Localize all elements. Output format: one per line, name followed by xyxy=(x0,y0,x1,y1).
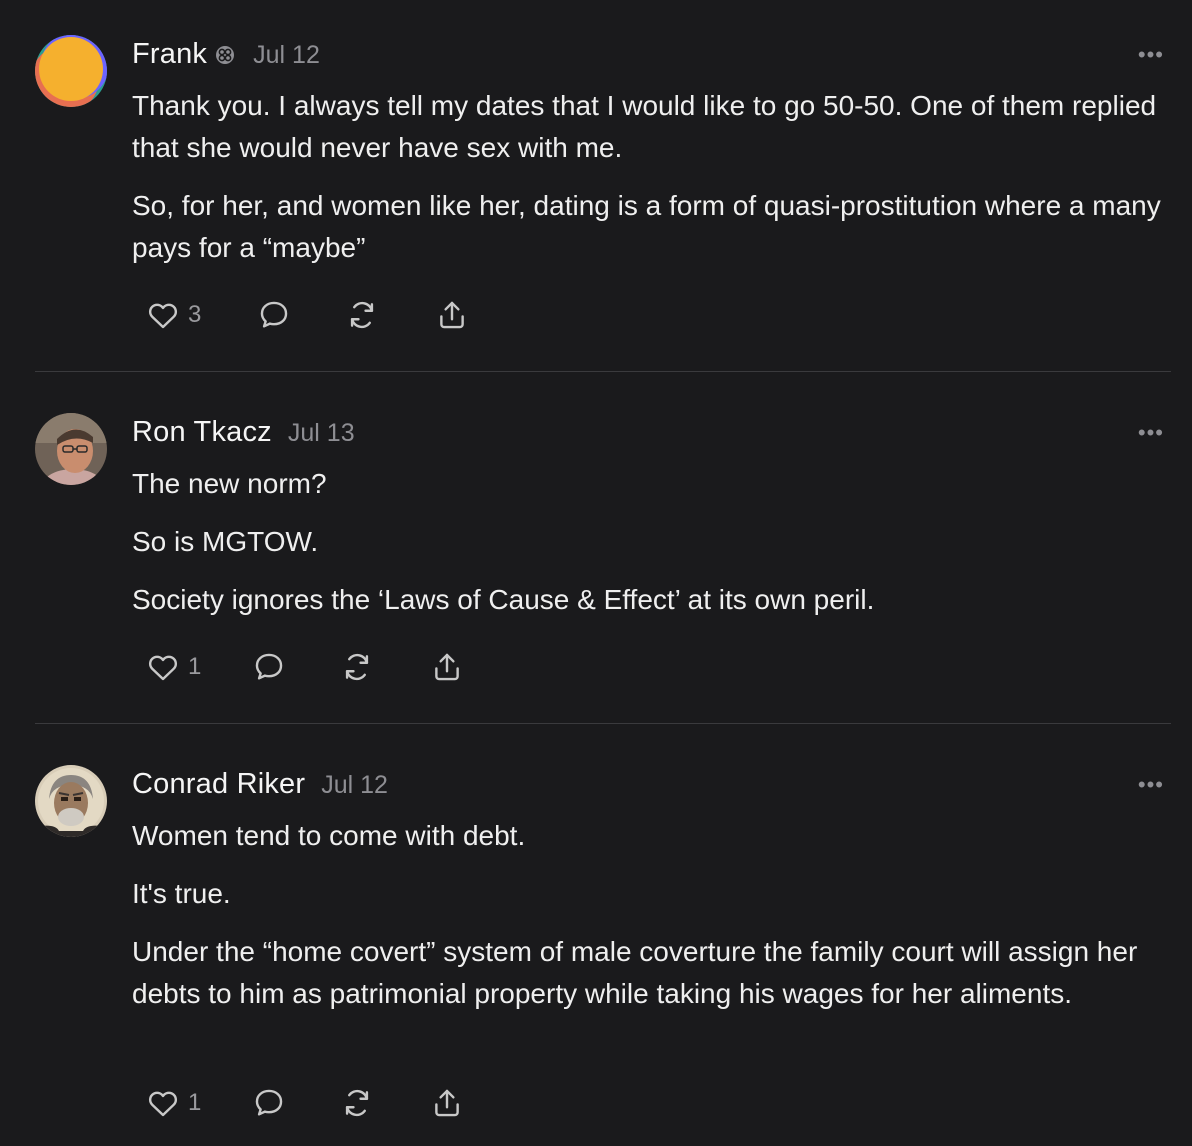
comment-paragraph: The new norm? xyxy=(132,468,327,499)
like-button[interactable]: 3 xyxy=(146,298,257,332)
like-count: 1 xyxy=(188,653,202,680)
more-options-button[interactable]: ••• xyxy=(1138,772,1164,798)
like-button[interactable]: 1 xyxy=(146,1086,252,1120)
comment-paragraph: Society ignores the ‘Laws of Cause & Eff… xyxy=(132,584,875,615)
speech-bubble-icon xyxy=(255,1089,283,1116)
speech-bubble-icon xyxy=(255,653,283,680)
author-name[interactable]: Conrad Riker xyxy=(132,768,305,801)
share-icon xyxy=(435,1089,459,1117)
heart-icon xyxy=(149,1091,177,1117)
comment-actions: 1 xyxy=(146,1086,464,1120)
restack-button[interactable] xyxy=(340,650,430,684)
comment-actions: 3 xyxy=(146,298,469,332)
restack-icon xyxy=(345,653,369,681)
comment-paragraph: So is MGTOW. xyxy=(132,526,319,557)
more-options-button[interactable]: ••• xyxy=(1138,42,1164,68)
comment-paragraph: Women tend to come with debt. xyxy=(132,820,526,851)
subscriber-badge-icon xyxy=(215,45,235,65)
share-icon xyxy=(435,653,459,681)
share-button[interactable] xyxy=(430,650,464,684)
speech-bubble-icon xyxy=(260,301,288,328)
comment-body: Women tend to come with debt. It's true.… xyxy=(132,815,1172,1031)
author-name[interactable]: Frank xyxy=(132,38,207,71)
avatar[interactable] xyxy=(35,413,107,485)
comment-header: Conrad Riker Jul 12 xyxy=(132,768,388,801)
comment-actions: 1 xyxy=(146,650,464,684)
restack-icon xyxy=(350,301,374,329)
restack-button[interactable] xyxy=(340,1086,430,1120)
author-name[interactable]: Ron Tkacz xyxy=(132,416,272,449)
avatar[interactable] xyxy=(35,765,107,837)
comment-paragraph: It's true. xyxy=(132,878,231,909)
reply-button[interactable] xyxy=(252,1086,340,1120)
reply-button[interactable] xyxy=(252,650,340,684)
comment-date[interactable]: Jul 12 xyxy=(253,41,320,70)
like-count: 1 xyxy=(188,1089,202,1116)
heart-icon xyxy=(149,655,177,681)
comment-divider xyxy=(35,723,1171,724)
comment-header: Ron Tkacz Jul 13 xyxy=(132,416,355,449)
avatar[interactable] xyxy=(35,35,107,107)
like-count: 3 xyxy=(188,301,202,328)
comment-body: The new norm? So is MGTOW. Society ignor… xyxy=(132,463,1172,637)
reply-button[interactable] xyxy=(257,298,345,332)
more-options-button[interactable]: ••• xyxy=(1138,420,1164,446)
share-icon xyxy=(440,301,464,329)
comment-date[interactable]: Jul 12 xyxy=(321,771,388,800)
comment-paragraph: So, for her, and women like her, dating … xyxy=(132,190,1161,263)
comment-paragraph: Under the “home covert” system of male c… xyxy=(132,936,1138,1009)
comment-date[interactable]: Jul 13 xyxy=(288,419,355,448)
restack-button[interactable] xyxy=(345,298,435,332)
comment-paragraph: Thank you. I always tell my dates that I… xyxy=(132,90,1157,163)
share-button[interactable] xyxy=(430,1086,464,1120)
comment-body: Thank you. I always tell my dates that I… xyxy=(132,85,1172,285)
like-button[interactable]: 1 xyxy=(146,650,252,684)
heart-icon xyxy=(149,303,177,329)
comment-header: Frank Jul 12 xyxy=(132,38,320,71)
comment-divider xyxy=(35,371,1171,372)
restack-icon xyxy=(345,1089,369,1117)
share-button[interactable] xyxy=(435,298,469,332)
